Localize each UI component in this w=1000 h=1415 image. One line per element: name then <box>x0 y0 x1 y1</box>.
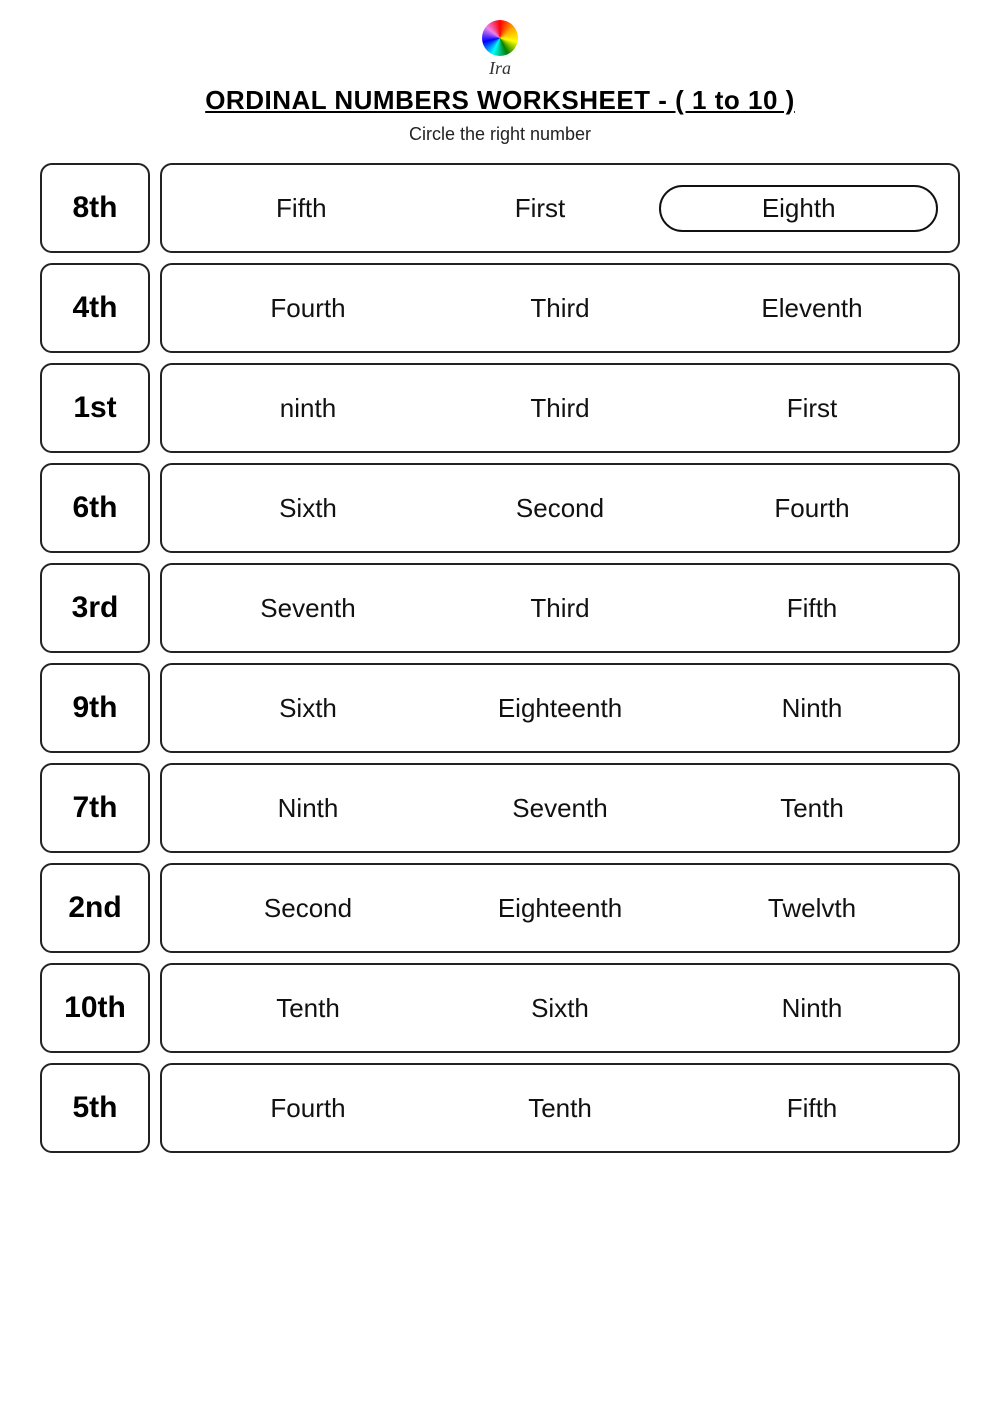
option-text: Seventh <box>182 593 434 624</box>
worksheet-row: 4thFourthThirdEleventh <box>40 263 960 353</box>
worksheet-row: 6thSixthSecondFourth <box>40 463 960 553</box>
option-text: Fifth <box>686 593 938 624</box>
option-text: Eighteenth <box>434 693 686 724</box>
number-box: 7th <box>40 763 150 853</box>
worksheet-row: 3rdSeventhThirdFifth <box>40 563 960 653</box>
options-box: SecondEighteenthTwelvth <box>160 863 960 953</box>
options-box: FifthFirstEighth <box>160 163 960 253</box>
option-text: Fifth <box>686 1093 938 1124</box>
option-text: Third <box>434 393 686 424</box>
number-box: 10th <box>40 963 150 1053</box>
number-box: 1st <box>40 363 150 453</box>
option-text: Ninth <box>686 693 938 724</box>
option-text: Twelvth <box>686 893 938 924</box>
worksheet-row: 2ndSecondEighteenthTwelvth <box>40 863 960 953</box>
logo-icon <box>482 20 518 56</box>
number-box: 3rd <box>40 563 150 653</box>
number-box: 5th <box>40 1063 150 1153</box>
number-box: 4th <box>40 263 150 353</box>
option-text: Seventh <box>434 793 686 824</box>
option-text: Sixth <box>182 693 434 724</box>
option-text: Fifth <box>182 193 421 224</box>
option-text: Second <box>182 893 434 924</box>
worksheet-row: 5thFourthTenthFifth <box>40 1063 960 1153</box>
options-box: ninthThirdFirst <box>160 363 960 453</box>
number-box: 8th <box>40 163 150 253</box>
page-title: ORDINAL NUMBERS WORKSHEET - ( 1 to 10 ) <box>205 85 795 116</box>
option-text: First <box>421 193 660 224</box>
option-text: Eleventh <box>686 293 938 324</box>
option-text: Ninth <box>686 993 938 1024</box>
option-text: Sixth <box>182 493 434 524</box>
number-box: 9th <box>40 663 150 753</box>
option-text: Eighth <box>659 185 938 232</box>
worksheet-row: 9thSixthEighteenthNinth <box>40 663 960 753</box>
option-text: Tenth <box>182 993 434 1024</box>
option-text: Sixth <box>434 993 686 1024</box>
number-box: 6th <box>40 463 150 553</box>
options-box: FourthTenthFifth <box>160 1063 960 1153</box>
options-box: SeventhThirdFifth <box>160 563 960 653</box>
option-text: Fourth <box>686 493 938 524</box>
worksheet-row: 8thFifthFirstEighth <box>40 163 960 253</box>
worksheet-row: 1stninthThirdFirst <box>40 363 960 453</box>
option-text: Third <box>434 593 686 624</box>
number-box: 2nd <box>40 863 150 953</box>
worksheet: 8thFifthFirstEighth4thFourthThirdElevent… <box>40 163 960 1153</box>
subtitle: Circle the right number <box>409 124 591 145</box>
options-box: NinthSeventhTenth <box>160 763 960 853</box>
logo-text: Ira <box>489 58 511 79</box>
option-text: Second <box>434 493 686 524</box>
option-text: Third <box>434 293 686 324</box>
option-text: ninth <box>182 393 434 424</box>
options-box: SixthSecondFourth <box>160 463 960 553</box>
option-text: Eighteenth <box>434 893 686 924</box>
option-text: Tenth <box>686 793 938 824</box>
option-text: Tenth <box>434 1093 686 1124</box>
options-box: TenthSixthNinth <box>160 963 960 1053</box>
option-text: Fourth <box>182 1093 434 1124</box>
option-text: Fourth <box>182 293 434 324</box>
logo-area: Ira <box>482 20 518 79</box>
worksheet-row: 7thNinthSeventhTenth <box>40 763 960 853</box>
option-text: Ninth <box>182 793 434 824</box>
worksheet-row: 10thTenthSixthNinth <box>40 963 960 1053</box>
options-box: SixthEighteenthNinth <box>160 663 960 753</box>
option-text: First <box>686 393 938 424</box>
options-box: FourthThirdEleventh <box>160 263 960 353</box>
